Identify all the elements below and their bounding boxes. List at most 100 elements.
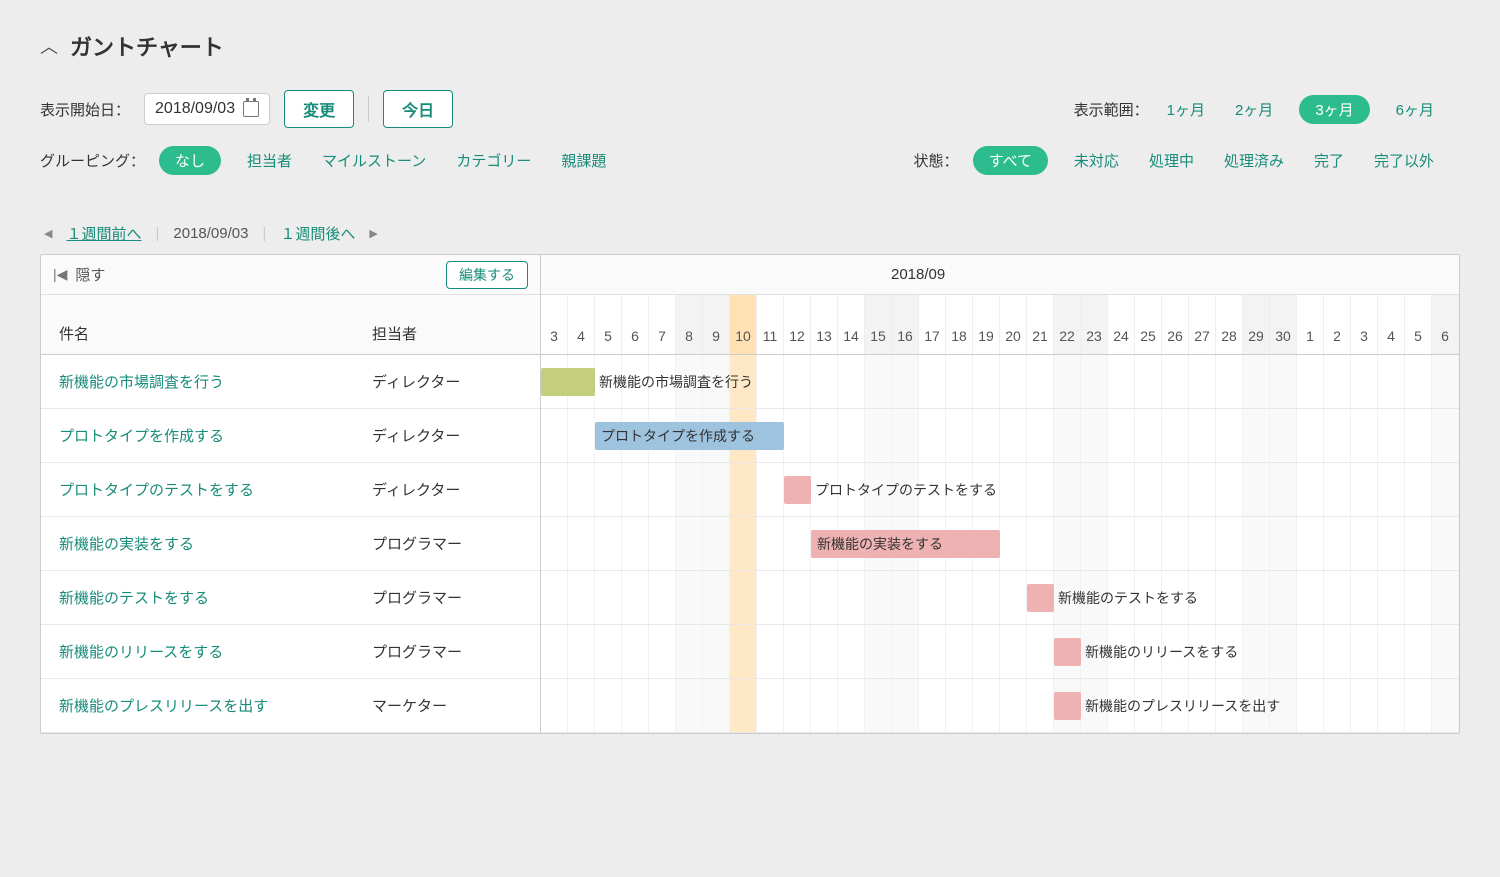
start-date-input[interactable]: 2018/09/03 — [144, 93, 270, 125]
timeline-cell — [1351, 355, 1378, 408]
grouping-option[interactable]: 担当者 — [243, 149, 296, 174]
grouping-option[interactable]: カテゴリー — [452, 149, 535, 174]
timeline-cell — [595, 625, 622, 678]
day-column-header: 30 — [1270, 295, 1297, 354]
task-subject-link[interactable]: 新機能の市場調査を行う — [59, 371, 372, 392]
task-subject-link[interactable]: プロトタイプのテストをする — [59, 479, 372, 500]
day-column-header: 26 — [1162, 295, 1189, 354]
prev-week-link[interactable]: １週間前へ — [66, 223, 141, 244]
task-row: 新機能のプレスリリースを出すマーケター — [41, 679, 540, 733]
task-assignee: ディレクター — [372, 371, 522, 392]
timeline-row: 新機能のリリースをする — [541, 625, 1459, 679]
task-subject-link[interactable]: 新機能の実装をする — [59, 533, 372, 554]
timeline-cell — [649, 679, 676, 732]
timeline-cell — [838, 679, 865, 732]
task-assignee: プログラマー — [372, 533, 522, 554]
timeline-row: 新機能のテストをする — [541, 571, 1459, 625]
timeline-cell — [1189, 463, 1216, 516]
timeline-cell — [1432, 355, 1459, 408]
day-column-header: 3 — [1351, 295, 1378, 354]
timeline-cell — [838, 571, 865, 624]
grouping-option[interactable]: なし — [159, 146, 221, 175]
gantt-bar[interactable] — [1027, 584, 1054, 612]
timeline-cell — [1351, 463, 1378, 516]
grouping-option[interactable]: マイルストーン — [318, 149, 430, 174]
range-option[interactable]: 3ヶ月 — [1299, 95, 1369, 124]
timeline-cell — [865, 625, 892, 678]
timeline-cell — [973, 571, 1000, 624]
change-button[interactable]: 変更 — [284, 90, 354, 128]
range-option[interactable]: 6ヶ月 — [1392, 98, 1438, 123]
timeline-cell — [757, 571, 784, 624]
day-column-header: 28 — [1216, 295, 1243, 354]
timeline-cell — [1162, 517, 1189, 570]
timeline-cell — [1162, 463, 1189, 516]
gantt-bar[interactable]: 新機能の実装をする — [811, 530, 1000, 558]
timeline-cell — [838, 355, 865, 408]
gantt-bar[interactable] — [541, 368, 595, 396]
timeline-cell — [1081, 463, 1108, 516]
hide-icon[interactable]: |◀ — [53, 266, 67, 283]
calendar-icon — [243, 101, 259, 117]
timeline-row: 新機能の市場調査を行う — [541, 355, 1459, 409]
day-column-header: 5 — [595, 295, 622, 354]
timeline-cell — [676, 625, 703, 678]
timeline-cell — [595, 571, 622, 624]
edit-button[interactable]: 編集する — [446, 261, 528, 289]
day-column-header: 7 — [649, 295, 676, 354]
gantt-bar[interactable] — [1054, 692, 1081, 720]
timeline-cell — [973, 409, 1000, 462]
day-column-header: 16 — [892, 295, 919, 354]
task-subject-link[interactable]: 新機能のテストをする — [59, 587, 372, 608]
grouping-label: グルーピング： — [40, 150, 145, 171]
day-column-header: 6 — [1432, 295, 1459, 354]
timeline-cell — [1243, 571, 1270, 624]
gantt-timeline-pane[interactable]: 2018/09 34567891011121314151617181920212… — [541, 255, 1459, 733]
state-option[interactable]: 完了以外 — [1370, 149, 1438, 174]
timeline-cell — [1000, 517, 1027, 570]
timeline-row: 新機能の実装をする — [541, 517, 1459, 571]
timeline-cell — [541, 517, 568, 570]
timeline-cell — [919, 409, 946, 462]
range-option[interactable]: 2ヶ月 — [1231, 98, 1277, 123]
timeline-cell — [1081, 517, 1108, 570]
timeline-cell — [973, 625, 1000, 678]
range-option[interactable]: 1ヶ月 — [1163, 98, 1209, 123]
timeline-cell — [1243, 409, 1270, 462]
hide-label[interactable]: 隠す — [75, 264, 438, 285]
timeline-cell — [1135, 409, 1162, 462]
collapse-icon[interactable]: ︿ — [40, 33, 58, 59]
gantt-bar[interactable] — [1054, 638, 1081, 666]
timeline-cell — [1135, 517, 1162, 570]
gantt-bar[interactable]: プロトタイプを作成する — [595, 422, 784, 450]
state-option[interactable]: 完了 — [1310, 149, 1348, 174]
timeline-cell — [676, 517, 703, 570]
state-option[interactable]: 処理済み — [1220, 149, 1288, 174]
timeline-cell — [676, 679, 703, 732]
grouping-option[interactable]: 親課題 — [557, 149, 610, 174]
next-week-link[interactable]: １週間後へ — [280, 223, 355, 244]
timeline-cell — [541, 409, 568, 462]
gantt-bar[interactable] — [784, 476, 811, 504]
timeline-cell — [865, 571, 892, 624]
day-column-header: 5 — [1405, 295, 1432, 354]
task-subject-link[interactable]: 新機能のリリースをする — [59, 641, 372, 662]
timeline-cell — [757, 355, 784, 408]
separator: | — [155, 225, 159, 242]
state-option[interactable]: 未対応 — [1070, 149, 1123, 174]
timeline-cell — [568, 571, 595, 624]
timeline-cell — [730, 463, 757, 516]
timeline-cell — [973, 679, 1000, 732]
today-button[interactable]: 今日 — [383, 90, 453, 128]
state-option[interactable]: 処理中 — [1145, 149, 1198, 174]
task-subject-link[interactable]: 新機能のプレスリリースを出す — [59, 695, 372, 716]
timeline-cell — [1432, 517, 1459, 570]
timeline-cell — [1324, 679, 1351, 732]
timeline-cell — [1108, 517, 1135, 570]
timeline-cell — [892, 625, 919, 678]
start-date-value: 2018/09/03 — [155, 100, 235, 118]
task-subject-link[interactable]: プロトタイプを作成する — [59, 425, 372, 446]
state-option[interactable]: すべて — [973, 146, 1048, 175]
day-column-header: 20 — [1000, 295, 1027, 354]
timeline-cell — [1162, 409, 1189, 462]
